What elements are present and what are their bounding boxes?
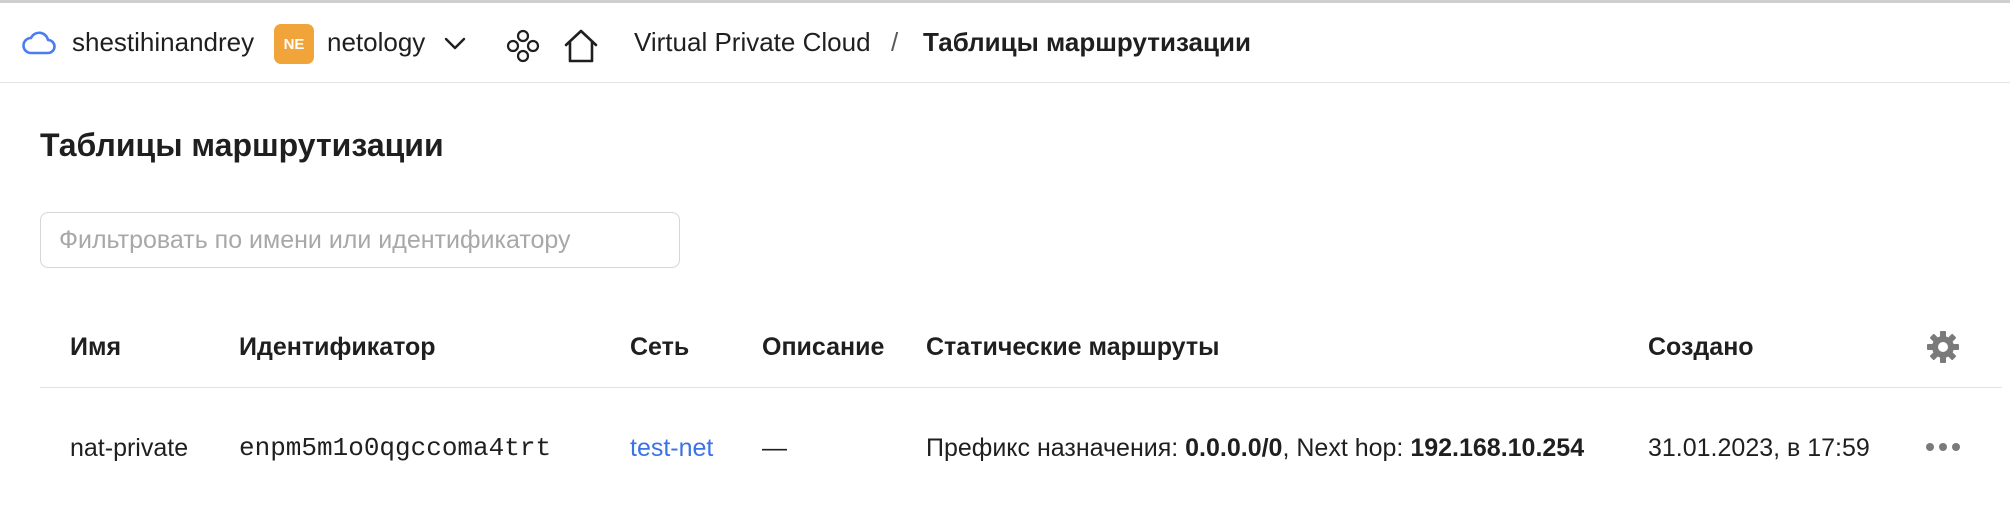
breadcrumb-current: Таблицы маршрутизации <box>923 27 1251 57</box>
cell-created: 31.01.2023, в 17:59 <box>1648 434 1870 462</box>
home-icon[interactable] <box>562 27 600 65</box>
cloud-icon[interactable] <box>22 30 56 56</box>
user-name[interactable]: shestihinandrey <box>72 27 254 58</box>
cell-name: nat-private <box>70 434 189 462</box>
table-row[interactable]: nat-private enpm5m1o0qgccoma4trt test-ne… <box>40 388 2002 513</box>
breadcrumb-service-link[interactable]: Virtual Private Cloud <box>634 27 871 58</box>
gear-icon[interactable] <box>1926 330 1960 364</box>
column-header-name: Имя <box>70 333 122 361</box>
org-name[interactable]: netology <box>327 27 425 58</box>
table-header: Имя Идентификатор Сеть Описание Статичес… <box>40 318 2002 388</box>
org-badge[interactable]: NE <box>274 24 314 64</box>
route-nexthop-value: 192.168.10.254 <box>1410 434 1585 462</box>
services-icon[interactable] <box>506 29 540 63</box>
chevron-down-icon[interactable] <box>444 37 466 51</box>
column-header-id: Идентификатор <box>239 333 436 361</box>
route-nexthop-label: , Next hop: <box>1282 434 1411 462</box>
network-link[interactable]: test-net <box>630 434 713 463</box>
column-header-created: Создано <box>1648 333 1754 361</box>
cell-description: — <box>762 434 787 462</box>
cell-id: enpm5m1o0qgccoma4trt <box>239 433 552 463</box>
more-actions-icon[interactable] <box>1924 440 1962 454</box>
cell-static-routes: Префикс назначения: 0.0.0.0/0, Next hop:… <box>926 434 1584 463</box>
route-prefix-value: 0.0.0.0/0 <box>1185 434 1283 462</box>
column-header-static-routes: Статические маршруты <box>926 333 1220 361</box>
search-input[interactable] <box>40 212 680 268</box>
route-prefix-label: Префикс назначения: <box>926 434 1186 462</box>
top-header: shestihinandrey NE netology Virtual Priv… <box>0 3 2010 83</box>
page-title: Таблицы маршрутизации <box>40 127 444 163</box>
breadcrumb-separator: / <box>891 27 899 57</box>
column-header-network: Сеть <box>630 333 690 361</box>
column-header-description: Описание <box>762 333 885 361</box>
